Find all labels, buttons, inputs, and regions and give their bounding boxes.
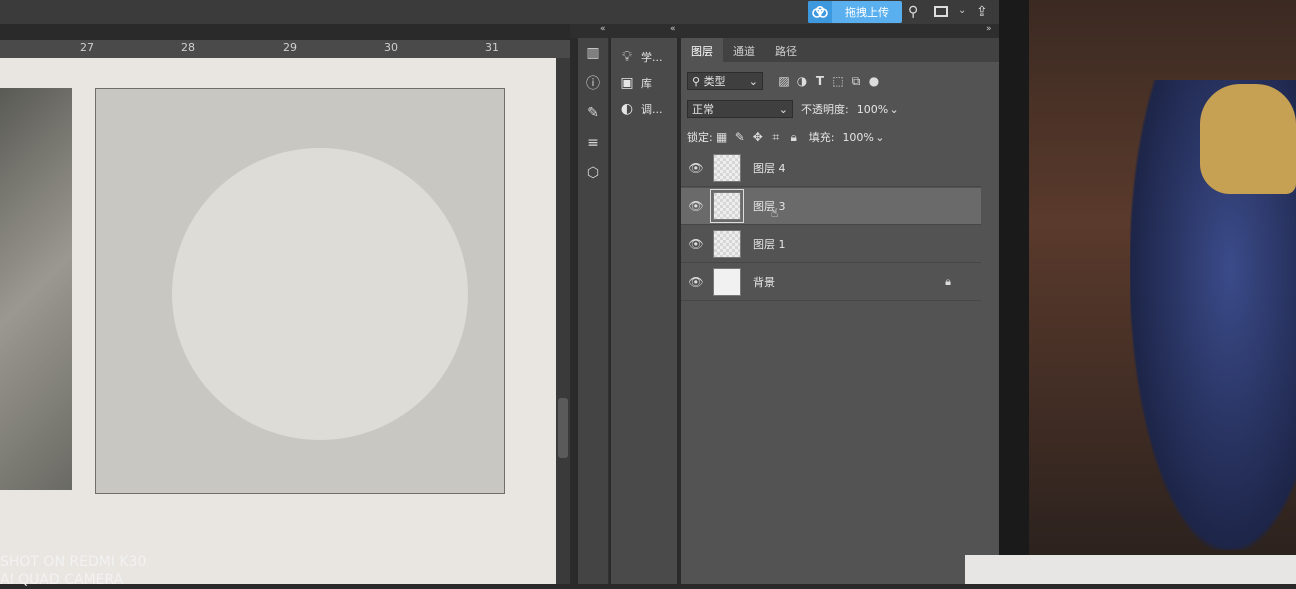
drag-upload-button[interactable]: 拖拽上传: [808, 1, 902, 23]
adjustment-filter-icon[interactable]: ◑: [793, 74, 811, 88]
smart-object-filter-icon[interactable]: ⧉: [847, 74, 865, 89]
ruler-tick: 27: [80, 41, 94, 54]
type-filter-icon[interactable]: T: [811, 74, 829, 88]
layer-row[interactable]: 👁︎ 图层 4: [681, 150, 981, 187]
cloud-icon: [808, 1, 832, 23]
monitor-bezel: [999, 0, 1029, 584]
lock-all-icon[interactable]: 🔒︎: [785, 130, 803, 145]
library-panel-button[interactable]: ▣ 库: [611, 70, 677, 96]
layers-panel: 图层 通道 路径 ⚲ 类型 ⌄ ▨ ◑ T ⬚ ⧉ ● 正常 ⌄ 不透明度: 1…: [681, 38, 999, 584]
layer-filter-select[interactable]: ⚲ 类型 ⌄: [687, 72, 763, 90]
lock-transparent-icon[interactable]: ▦: [713, 130, 731, 144]
layer-thumbnail: [713, 230, 741, 258]
layer-thumbnail: [713, 154, 741, 182]
adjustments-icon: ◐: [620, 101, 634, 117]
filter-toggle-icon[interactable]: ●: [865, 74, 883, 88]
scrollbar-thumb[interactable]: [558, 398, 568, 458]
layer-name: 背景: [753, 276, 775, 289]
ruler-tick: 29: [283, 41, 297, 54]
layer-row-background[interactable]: 👁︎ 背景 🔒︎: [681, 264, 981, 301]
visibility-eye-icon[interactable]: 👁︎: [681, 275, 711, 289]
chevron-down-icon[interactable]: ⌄: [875, 131, 884, 144]
opacity-label: 不透明度:: [801, 103, 849, 116]
chevron-down-icon[interactable]: ⌄: [890, 103, 899, 116]
3d-cube-icon[interactable]: ⬡: [578, 158, 608, 188]
adjustments-panel-label: 调...: [641, 103, 663, 116]
panel-tabs: 图层 通道 路径: [681, 38, 999, 62]
watermark-line-1: SHOT ON REDMI K30: [0, 554, 147, 570]
chevron-down-icon[interactable]: ⌄: [958, 5, 966, 16]
histogram-icon[interactable]: ▥: [578, 38, 608, 68]
pixel-filter-icon[interactable]: ▨: [775, 74, 793, 88]
filter-kind-label: ⚲ 类型: [692, 75, 726, 88]
canvas-circle-shape[interactable]: [172, 148, 468, 440]
canvas-scrollbar[interactable]: [556, 58, 570, 584]
watermark-line-2: AI QUAD CAMERA: [0, 572, 124, 588]
blend-mode-select[interactable]: 正常 ⌄: [687, 100, 793, 118]
fill-label: 填充:: [808, 131, 835, 144]
expand-arrows-icon[interactable]: »: [986, 24, 992, 34]
info-icon[interactable]: ⓘ: [578, 68, 608, 98]
figurine-hair: [1200, 84, 1296, 194]
tab-paths[interactable]: 路径: [765, 38, 807, 62]
layer-name: 图层 4: [753, 162, 786, 175]
pointer-cursor-icon: ☝︎: [771, 206, 779, 220]
properties-icon[interactable]: ≡: [578, 128, 608, 158]
library-icon: ▣: [620, 75, 634, 91]
lock-icon: 🔒︎: [945, 275, 951, 288]
workspace-icon[interactable]: [934, 6, 948, 17]
layer-thumbnail: [713, 268, 741, 296]
layer-name: 图层 3: [753, 200, 786, 213]
chevron-down-icon: ⌄: [778, 102, 788, 116]
lock-position-icon[interactable]: ✥: [749, 130, 767, 144]
tab-channels[interactable]: 通道: [723, 38, 765, 62]
visibility-eye-icon[interactable]: 👁︎: [681, 237, 711, 251]
lock-label: 锁定:: [687, 131, 713, 144]
adjustments-panel-button[interactable]: ◐ 调...: [611, 96, 677, 122]
search-icon[interactable]: ⚲: [908, 4, 918, 20]
lightbulb-icon: 💡︎: [622, 49, 632, 65]
layer-row[interactable]: 👁︎ 图层 1: [681, 226, 981, 263]
layer-row-selected[interactable]: 👁︎ 图层 3 ☝︎: [681, 188, 981, 225]
learn-panel-label: 学...: [641, 51, 663, 64]
drag-upload-label: 拖拽上传: [845, 6, 889, 19]
lock-artboard-icon[interactable]: ⌗: [767, 130, 785, 145]
panel-icon-strip: ▥ ⓘ ✎ ≡ ⬡: [578, 38, 609, 584]
opacity-input[interactable]: 100% ⌄: [853, 100, 903, 118]
tab-layers[interactable]: 图层: [681, 38, 723, 62]
collapse-arrows-icon[interactable]: «: [670, 24, 676, 34]
ruler-tick: 30: [384, 41, 398, 54]
library-panel-label: 库: [641, 77, 652, 90]
chevron-down-icon: ⌄: [748, 74, 758, 88]
desk-surface: [965, 555, 1296, 584]
layer-name: 图层 1: [753, 238, 786, 251]
share-icon[interactable]: ⇪: [976, 4, 988, 20]
visibility-eye-icon[interactable]: 👁︎: [681, 199, 711, 213]
panel-collapse-bar: « « »: [570, 24, 1005, 38]
visibility-eye-icon[interactable]: 👁︎: [681, 161, 711, 175]
canvas-image-sphere: [0, 88, 72, 490]
ruler-tick: 28: [181, 41, 195, 54]
layer-thumbnail: [710, 189, 744, 223]
learn-panel-button[interactable]: 💡︎ 学...: [611, 44, 677, 70]
blend-mode-value: 正常: [692, 103, 714, 116]
collapsed-panels: 💡︎ 学... ▣ 库 ◐ 调...: [611, 38, 677, 584]
horizontal-ruler: 27 28 29 30 31: [0, 40, 570, 58]
brush-settings-icon[interactable]: ✎: [578, 98, 608, 128]
shape-filter-icon[interactable]: ⬚: [829, 74, 847, 88]
fill-input[interactable]: 100% ⌄: [838, 128, 888, 146]
collapse-arrows-icon[interactable]: «: [600, 24, 606, 34]
ruler-tick: 31: [485, 41, 499, 54]
lock-image-icon[interactable]: ✎: [731, 130, 749, 144]
